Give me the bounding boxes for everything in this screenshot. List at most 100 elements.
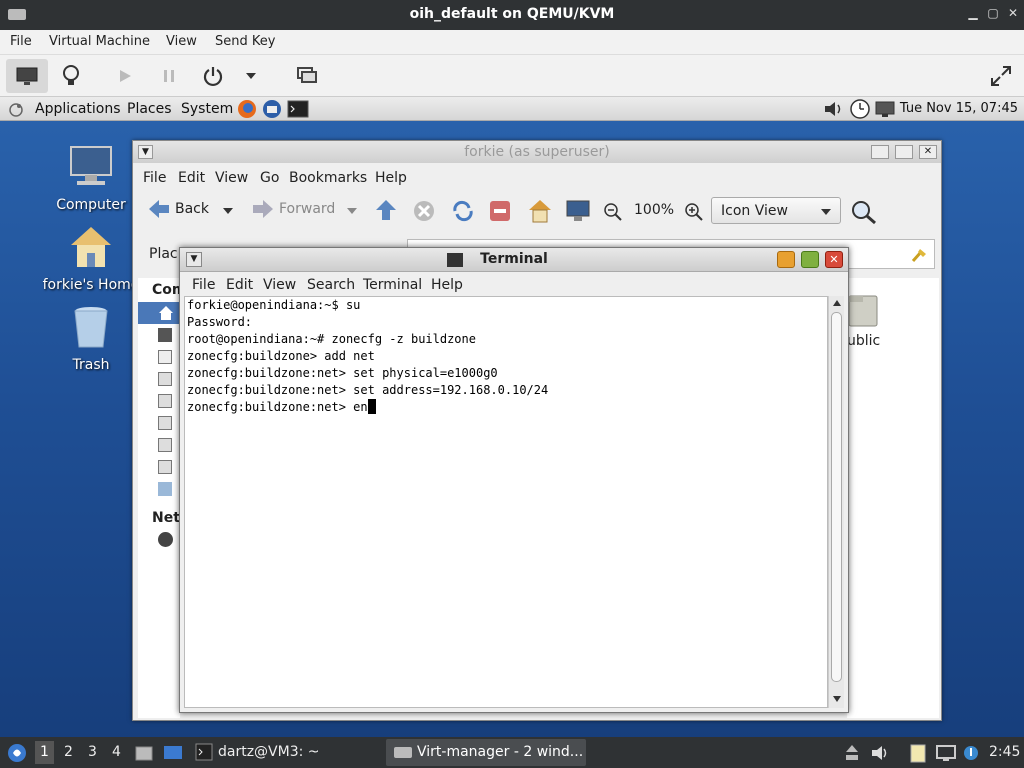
back-button[interactable]: Back: [147, 198, 209, 220]
search-icon[interactable]: [850, 199, 878, 225]
back-arrow-icon: [149, 200, 169, 218]
firefox-launcher-icon[interactable]: [236, 98, 258, 120]
terminal-line: zonecfg:buildzone> add net: [187, 349, 375, 363]
back-history-dropdown[interactable]: [222, 207, 234, 215]
clear-location-icon[interactable]: [910, 246, 928, 264]
taskbar-virt-manager-task[interactable]: Virt-manager - 2 wind...: [386, 739, 586, 766]
term-menu-terminal[interactable]: Terminal: [363, 277, 422, 293]
host-menu-send-key[interactable]: Send Key: [215, 34, 275, 49]
run-button[interactable]: [110, 59, 140, 93]
fm-menu-file[interactable]: File: [143, 170, 166, 186]
term-menu-view[interactable]: View: [263, 277, 296, 293]
workspace-3[interactable]: 3: [88, 744, 97, 760]
term-menu-help[interactable]: Help: [431, 277, 463, 293]
up-arrow-icon[interactable]: [373, 198, 399, 222]
upload-tray-icon[interactable]: [843, 743, 861, 763]
power-icon: [203, 67, 223, 87]
fm-menu-help[interactable]: Help: [375, 170, 407, 186]
power-button[interactable]: [198, 59, 228, 93]
term-menu-search[interactable]: Search: [307, 277, 355, 293]
snapshot-button[interactable]: [292, 59, 322, 93]
sidebar-item-downloads[interactable]: [158, 394, 172, 408]
terminal-scrollbar[interactable]: [828, 296, 844, 708]
host-menu-virtual-machine[interactable]: Virtual Machine: [49, 34, 150, 49]
fm-menu-bookmarks[interactable]: Bookmarks: [289, 170, 367, 186]
start-menu-icon[interactable]: [6, 742, 28, 764]
places-sidebar: Com Net: [138, 278, 186, 718]
desktop-icon-trash[interactable]: Trash: [41, 303, 141, 373]
clipboard-tray-icon[interactable]: [908, 742, 928, 764]
terminal-screen[interactable]: forkie@openindiana:~$ su Password: root@…: [184, 296, 828, 708]
file-manager-launcher-icon[interactable]: [134, 743, 154, 763]
network-monitor-icon[interactable]: [874, 100, 896, 118]
scrollbar-thumb[interactable]: [831, 312, 842, 682]
terminal-minimize-button[interactable]: [777, 251, 795, 268]
panel-menu-applications[interactable]: Applications: [35, 101, 121, 117]
forward-history-dropdown[interactable]: [346, 207, 358, 215]
home-icon[interactable]: [527, 198, 553, 224]
term-menu-edit[interactable]: Edit: [226, 277, 253, 293]
desktop-icon-computer[interactable]: Computer: [41, 143, 141, 213]
sidebar-item-filesystem[interactable]: [158, 350, 172, 364]
forward-button[interactable]: Forward: [251, 198, 335, 220]
terminal-window: ▼ Terminal ✕ File Edit View Search Termi…: [179, 247, 849, 713]
volume-icon[interactable]: [823, 100, 845, 118]
zoom-out-icon[interactable]: [603, 202, 623, 222]
volume-tray-icon[interactable]: [870, 743, 890, 763]
desktop-icon-home[interactable]: forkie's Home: [41, 223, 141, 293]
console-view-button[interactable]: [6, 59, 48, 93]
show-desktop-icon[interactable]: [162, 743, 184, 763]
sidebar-item-browse-network[interactable]: [158, 532, 173, 547]
reload-icon[interactable]: [450, 199, 476, 223]
file-view[interactable]: ublic: [847, 278, 939, 718]
panel-menu-system[interactable]: System: [181, 101, 233, 117]
sidebar-item-pictures[interactable]: [158, 438, 172, 452]
power-menu-dropdown[interactable]: [240, 59, 262, 93]
terminal-maximize-button[interactable]: [801, 251, 819, 268]
file-manager-maximize-button[interactable]: [895, 145, 913, 159]
panel-clock[interactable]: Tue Nov 15, 07:45: [900, 101, 1018, 116]
guest-display[interactable]: Applications Places System Tue Nov 15, 0…: [0, 97, 1024, 768]
file-manager-minimize-button[interactable]: [871, 145, 889, 159]
file-manager-close-button[interactable]: ✕: [919, 145, 937, 159]
workspace-2[interactable]: 2: [64, 744, 73, 760]
clock-applet-icon[interactable]: [848, 98, 872, 120]
scroll-down-arrow-icon[interactable]: [832, 695, 842, 703]
zoom-in-icon[interactable]: [684, 202, 704, 222]
workspace-4[interactable]: 4: [112, 744, 121, 760]
fm-menu-view[interactable]: View: [215, 170, 248, 186]
delete-icon[interactable]: [488, 199, 512, 223]
sidebar-item-desktop[interactable]: [158, 328, 172, 342]
terminal-close-button[interactable]: ✕: [825, 251, 843, 268]
term-menu-file[interactable]: File: [192, 277, 215, 293]
trash-icon: [74, 307, 108, 348]
stop-icon[interactable]: [412, 199, 436, 223]
fm-menu-edit[interactable]: Edit: [178, 170, 205, 186]
fm-menu-go[interactable]: Go: [260, 170, 279, 186]
panel-menu-places[interactable]: Places: [127, 101, 172, 117]
updates-tray-icon[interactable]: [962, 744, 980, 762]
network-tray-icon[interactable]: [935, 743, 957, 763]
scroll-up-arrow-icon[interactable]: [832, 299, 842, 307]
taskbar-clock[interactable]: 2:45: [989, 744, 1020, 760]
taskbar-terminal-task[interactable]: dartz@VM3: ~: [218, 744, 320, 760]
host-menu-file[interactable]: File: [10, 34, 32, 49]
computer-location-icon[interactable]: [565, 199, 591, 223]
view-mode-select[interactable]: Icon View: [711, 197, 841, 224]
sidebar-item-trash[interactable]: [158, 482, 172, 496]
thunderbird-launcher-icon[interactable]: [261, 98, 283, 120]
terminal-launcher-icon[interactable]: [287, 99, 309, 119]
host-minimize-button[interactable]: ▁: [965, 5, 981, 21]
fullscreen-button[interactable]: [984, 59, 1018, 93]
details-view-button[interactable]: [54, 59, 88, 93]
sidebar-item-videos[interactable]: [158, 460, 172, 474]
host-maximize-button[interactable]: ▢: [985, 5, 1001, 21]
host-close-button[interactable]: ✕: [1005, 5, 1021, 21]
host-taskbar: 1 2 3 4 dartz@VM3: ~ Virt-manager - 2 wi…: [0, 737, 1024, 768]
public-folder-icon[interactable]: [847, 292, 879, 330]
sidebar-item-documents[interactable]: [158, 372, 172, 386]
sidebar-item-home[interactable]: [138, 302, 180, 324]
sidebar-item-music[interactable]: [158, 416, 172, 430]
host-menu-view[interactable]: View: [166, 34, 197, 49]
pause-button[interactable]: [154, 59, 184, 93]
